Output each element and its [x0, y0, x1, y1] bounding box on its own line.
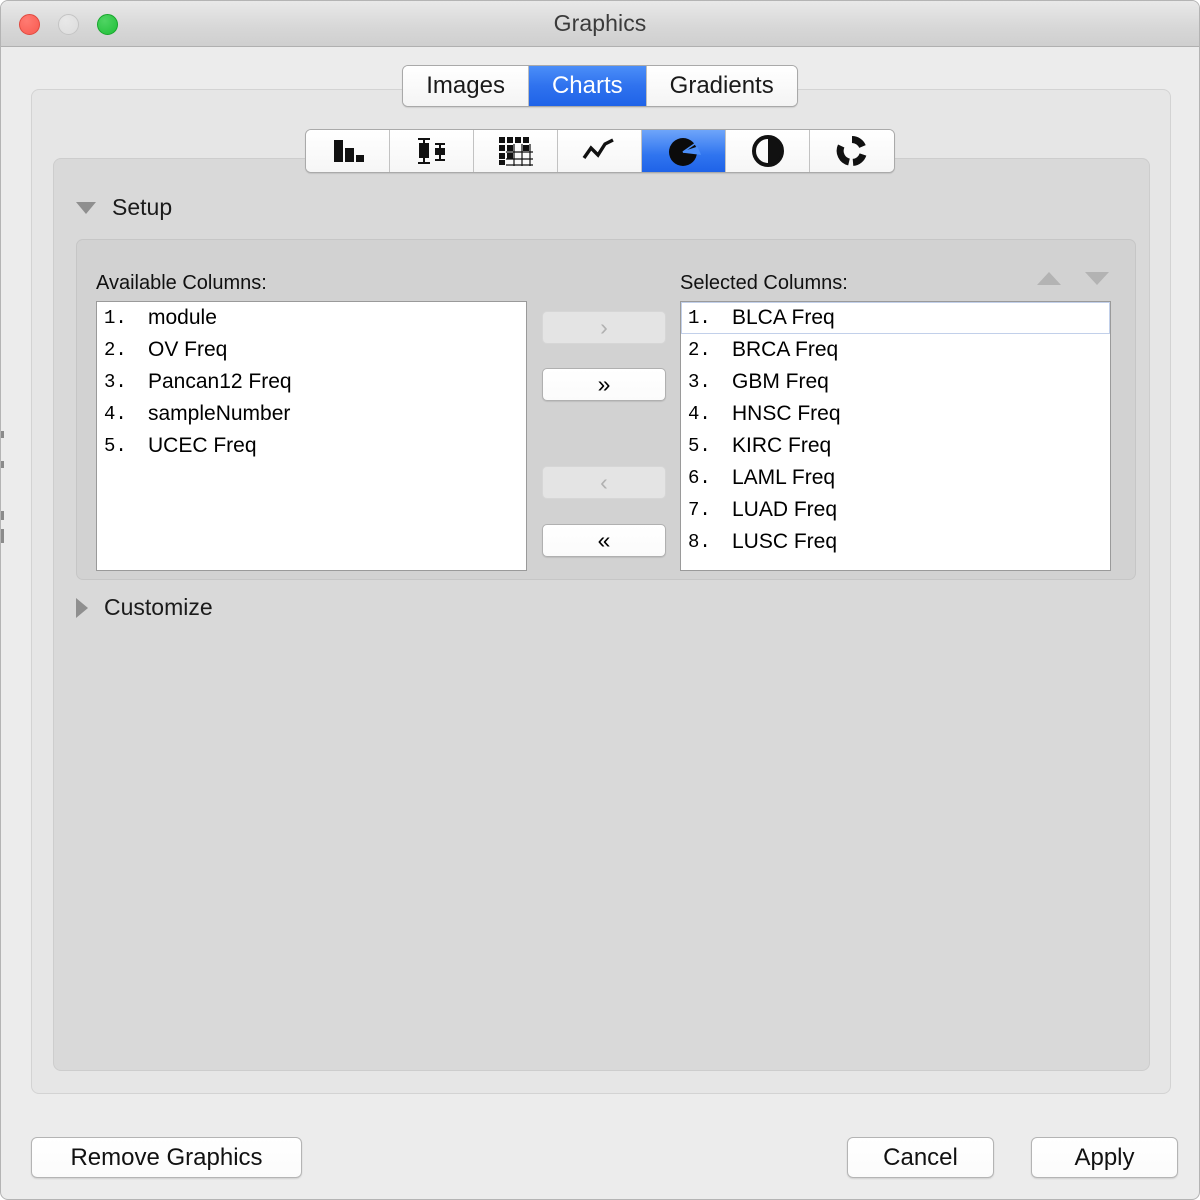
segmented-tab-control: Images Charts Gradients [402, 65, 797, 107]
list-item-label: module [148, 306, 217, 330]
background-window-edge-mark [1, 529, 4, 543]
list-item-index: 4. [688, 403, 732, 425]
background-window-edge-mark [1, 461, 4, 468]
matrix-grid-icon [498, 136, 534, 166]
list-item[interactable]: 2. BRCA Freq [681, 334, 1110, 366]
chart-type-bar-chart[interactable] [306, 130, 390, 172]
list-item-index: 1. [104, 307, 148, 329]
tab-bar: Images Charts Gradients [1, 65, 1199, 107]
setup-disclosure-row[interactable]: Setup [76, 194, 172, 221]
bar-chart-icon [328, 137, 368, 165]
chart-type-donut-chart[interactable] [810, 130, 894, 172]
box-plot-icon [412, 137, 452, 165]
move-all-left-button[interactable]: « [542, 524, 666, 557]
list-item-label: OV Freq [148, 338, 227, 362]
list-item-label: LUAD Freq [732, 498, 837, 522]
remove-graphics-button[interactable]: Remove Graphics [31, 1137, 302, 1178]
list-item-label: LAML Freq [732, 466, 835, 490]
chart-type-half-circle[interactable] [726, 130, 810, 172]
list-item-label: BLCA Freq [732, 306, 835, 330]
list-item[interactable]: 8. LUSC Freq [681, 526, 1110, 558]
list-item[interactable]: 1. module [97, 302, 526, 334]
chart-type-toolbar [1, 129, 1199, 173]
list-item-index: 1. [688, 307, 732, 329]
list-item-label: KIRC Freq [732, 434, 831, 458]
customize-label: Customize [104, 594, 213, 621]
setup-label: Setup [112, 194, 172, 221]
half-circle-icon [752, 135, 784, 167]
list-item-label: BRCA Freq [732, 338, 838, 362]
list-item-index: 2. [104, 339, 148, 361]
list-item-index: 5. [688, 435, 732, 457]
list-item-label: sampleNumber [148, 402, 290, 426]
list-item-index: 3. [104, 371, 148, 393]
triangle-right-icon[interactable] [76, 598, 88, 618]
list-item[interactable]: 1. BLCA Freq [681, 302, 1110, 334]
graphics-dialog-window: Graphics Images Charts Gradients [0, 0, 1200, 1200]
selected-columns-list[interactable]: 1. BLCA Freq 2. BRCA Freq 3. GBM Freq 4.… [680, 301, 1111, 571]
list-item-index: 3. [688, 371, 732, 393]
list-item-index: 6. [688, 467, 732, 489]
tab-images[interactable]: Images [403, 66, 529, 106]
triangle-down-icon[interactable] [76, 202, 96, 214]
chart-type-pie-chart[interactable] [642, 130, 726, 172]
move-up-button[interactable] [1037, 272, 1061, 285]
cancel-button[interactable]: Cancel [847, 1137, 994, 1178]
list-item-label: UCEC Freq [148, 434, 257, 458]
chart-type-matrix-grid[interactable] [474, 130, 558, 172]
pie-chart-icon [667, 135, 701, 167]
move-all-right-button[interactable]: » [542, 368, 666, 401]
chart-type-line-chart[interactable] [558, 130, 642, 172]
list-item[interactable]: 5. KIRC Freq [681, 430, 1110, 462]
list-item-label: LUSC Freq [732, 530, 837, 554]
customize-disclosure-row[interactable]: Customize [76, 594, 213, 621]
list-item[interactable]: 5. UCEC Freq [97, 430, 526, 462]
list-item-index: 5. [104, 435, 148, 457]
list-item[interactable]: 4. sampleNumber [97, 398, 526, 430]
available-columns-list[interactable]: 1. module 2. OV Freq 3. Pancan12 Freq 4.… [96, 301, 527, 571]
list-item-label: GBM Freq [732, 370, 829, 394]
list-item-index: 7. [688, 499, 732, 521]
chart-type-box-plot[interactable] [390, 130, 474, 172]
list-item-index: 8. [688, 531, 732, 553]
list-item-label: Pancan12 Freq [148, 370, 292, 394]
background-window-edge-mark [1, 511, 4, 520]
list-item-label: HNSC Freq [732, 402, 841, 426]
background-window-edge-mark [1, 431, 4, 438]
list-item-index: 4. [104, 403, 148, 425]
donut-chart-icon [836, 135, 868, 167]
window-title: Graphics [1, 10, 1199, 37]
apply-button[interactable]: Apply [1031, 1137, 1178, 1178]
list-item[interactable]: 2. OV Freq [97, 334, 526, 366]
title-bar: Graphics [1, 1, 1199, 47]
move-left-button[interactable]: ‹ [542, 466, 666, 499]
line-chart-icon [580, 138, 620, 164]
list-item[interactable]: 4. HNSC Freq [681, 398, 1110, 430]
list-item-index: 2. [688, 339, 732, 361]
available-columns-label: Available Columns: [96, 272, 267, 295]
tab-charts[interactable]: Charts [529, 66, 647, 106]
list-item[interactable]: 7. LUAD Freq [681, 494, 1110, 526]
selected-columns-label: Selected Columns: [680, 272, 848, 295]
move-right-button[interactable]: › [542, 311, 666, 344]
list-item[interactable]: 3. Pancan12 Freq [97, 366, 526, 398]
tab-gradients[interactable]: Gradients [647, 66, 797, 106]
list-item[interactable]: 6. LAML Freq [681, 462, 1110, 494]
move-down-button[interactable] [1085, 272, 1109, 285]
list-item[interactable]: 3. GBM Freq [681, 366, 1110, 398]
chart-type-segmented-control [305, 129, 895, 173]
